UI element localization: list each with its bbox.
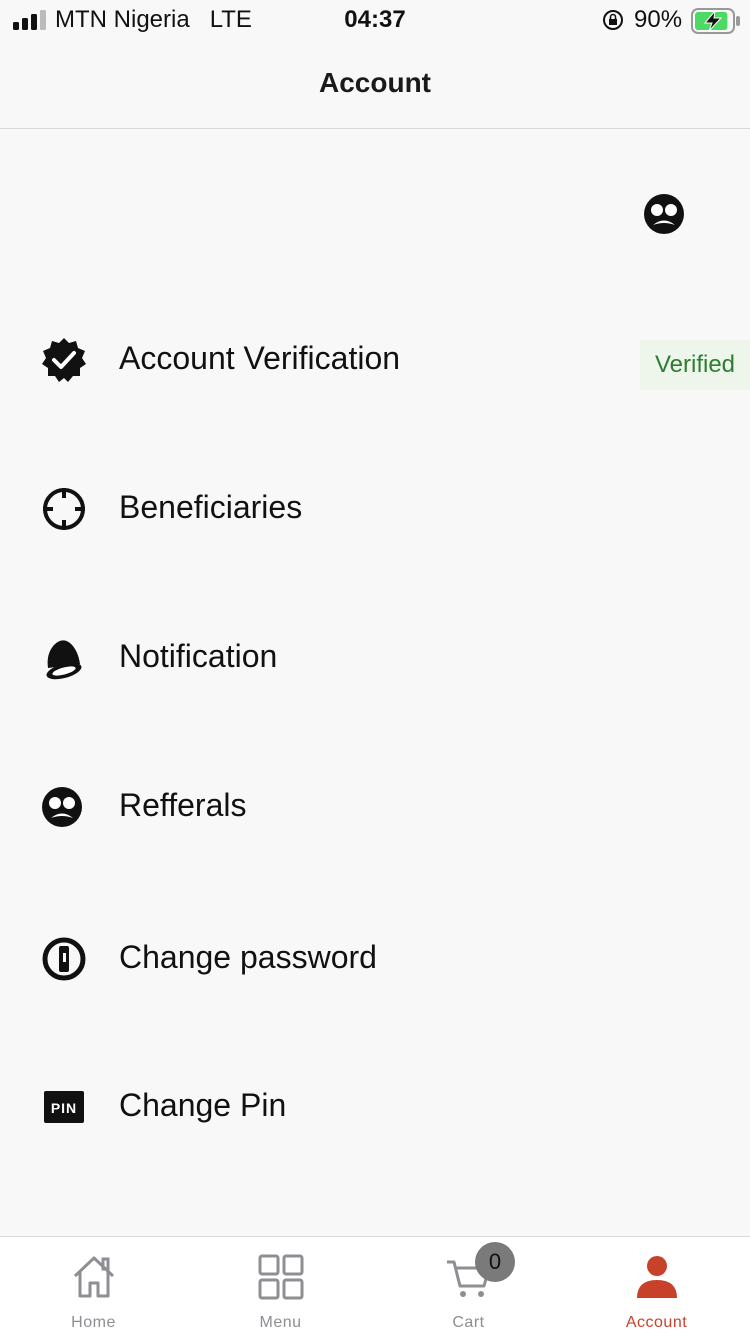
menu-item-change-password[interactable]: Change password (0, 919, 750, 999)
tab-account[interactable]: Account (563, 1237, 750, 1335)
tab-label: Account (625, 1314, 688, 1331)
orientation-lock-icon (603, 10, 623, 30)
verified-badge-icon (42, 338, 86, 382)
menu-item-label: Account Verification (119, 340, 401, 376)
bell-icon (46, 640, 82, 680)
menu-item-change-pin[interactable]: PIN Change Pin (0, 1067, 750, 1147)
grid-icon (258, 1254, 303, 1300)
battery-charging-icon (691, 8, 740, 34)
tab-label: Cart (452, 1314, 485, 1331)
user-icon (636, 1256, 677, 1298)
tab-home[interactable]: Home (0, 1237, 187, 1335)
navigation-bar: Account (0, 42, 750, 129)
battery-percent: 90% (634, 6, 683, 33)
menu-item-notification[interactable]: Notification (0, 618, 750, 698)
pin-icon: PIN (44, 1091, 84, 1123)
password-keyhole-icon (42, 937, 86, 981)
tab-label: Menu (259, 1314, 302, 1331)
carrier-name: MTN Nigeria LTE (55, 6, 252, 33)
menu-item-account-verification[interactable]: Account Verification Verified (0, 320, 750, 400)
tab-menu[interactable]: Menu (187, 1237, 374, 1335)
crosshair-icon (43, 488, 85, 530)
tab-cart[interactable]: Cart (375, 1237, 562, 1335)
menu-item-label: Refferals (119, 787, 247, 823)
menu-item-referrals[interactable]: Refferals (0, 767, 750, 847)
signal-strength-icon (13, 10, 46, 30)
tab-label: Home (71, 1314, 116, 1331)
menu-item-label: Notification (119, 638, 278, 674)
menu-item-label: Beneficiaries (119, 489, 303, 525)
status-bar: MTN Nigeria LTE 04:37 90% (0, 0, 750, 42)
referral-face-icon[interactable] (642, 192, 686, 236)
cart-count-badge: 0 (475, 1242, 515, 1282)
network-type: LTE (209, 6, 252, 33)
tab-bar: Home Menu Cart Account (0, 1236, 750, 1335)
menu-item-label: Change password (119, 939, 377, 975)
home-icon (73, 1256, 114, 1298)
pin-icon-text: PIN (51, 1100, 77, 1116)
page-title: Account (319, 67, 431, 98)
referral-face-icon (42, 787, 82, 827)
menu-item-label: Change Pin (119, 1087, 287, 1123)
menu-item-beneficiaries[interactable]: Beneficiaries (0, 469, 750, 549)
verified-status-badge: Verified (640, 340, 750, 390)
